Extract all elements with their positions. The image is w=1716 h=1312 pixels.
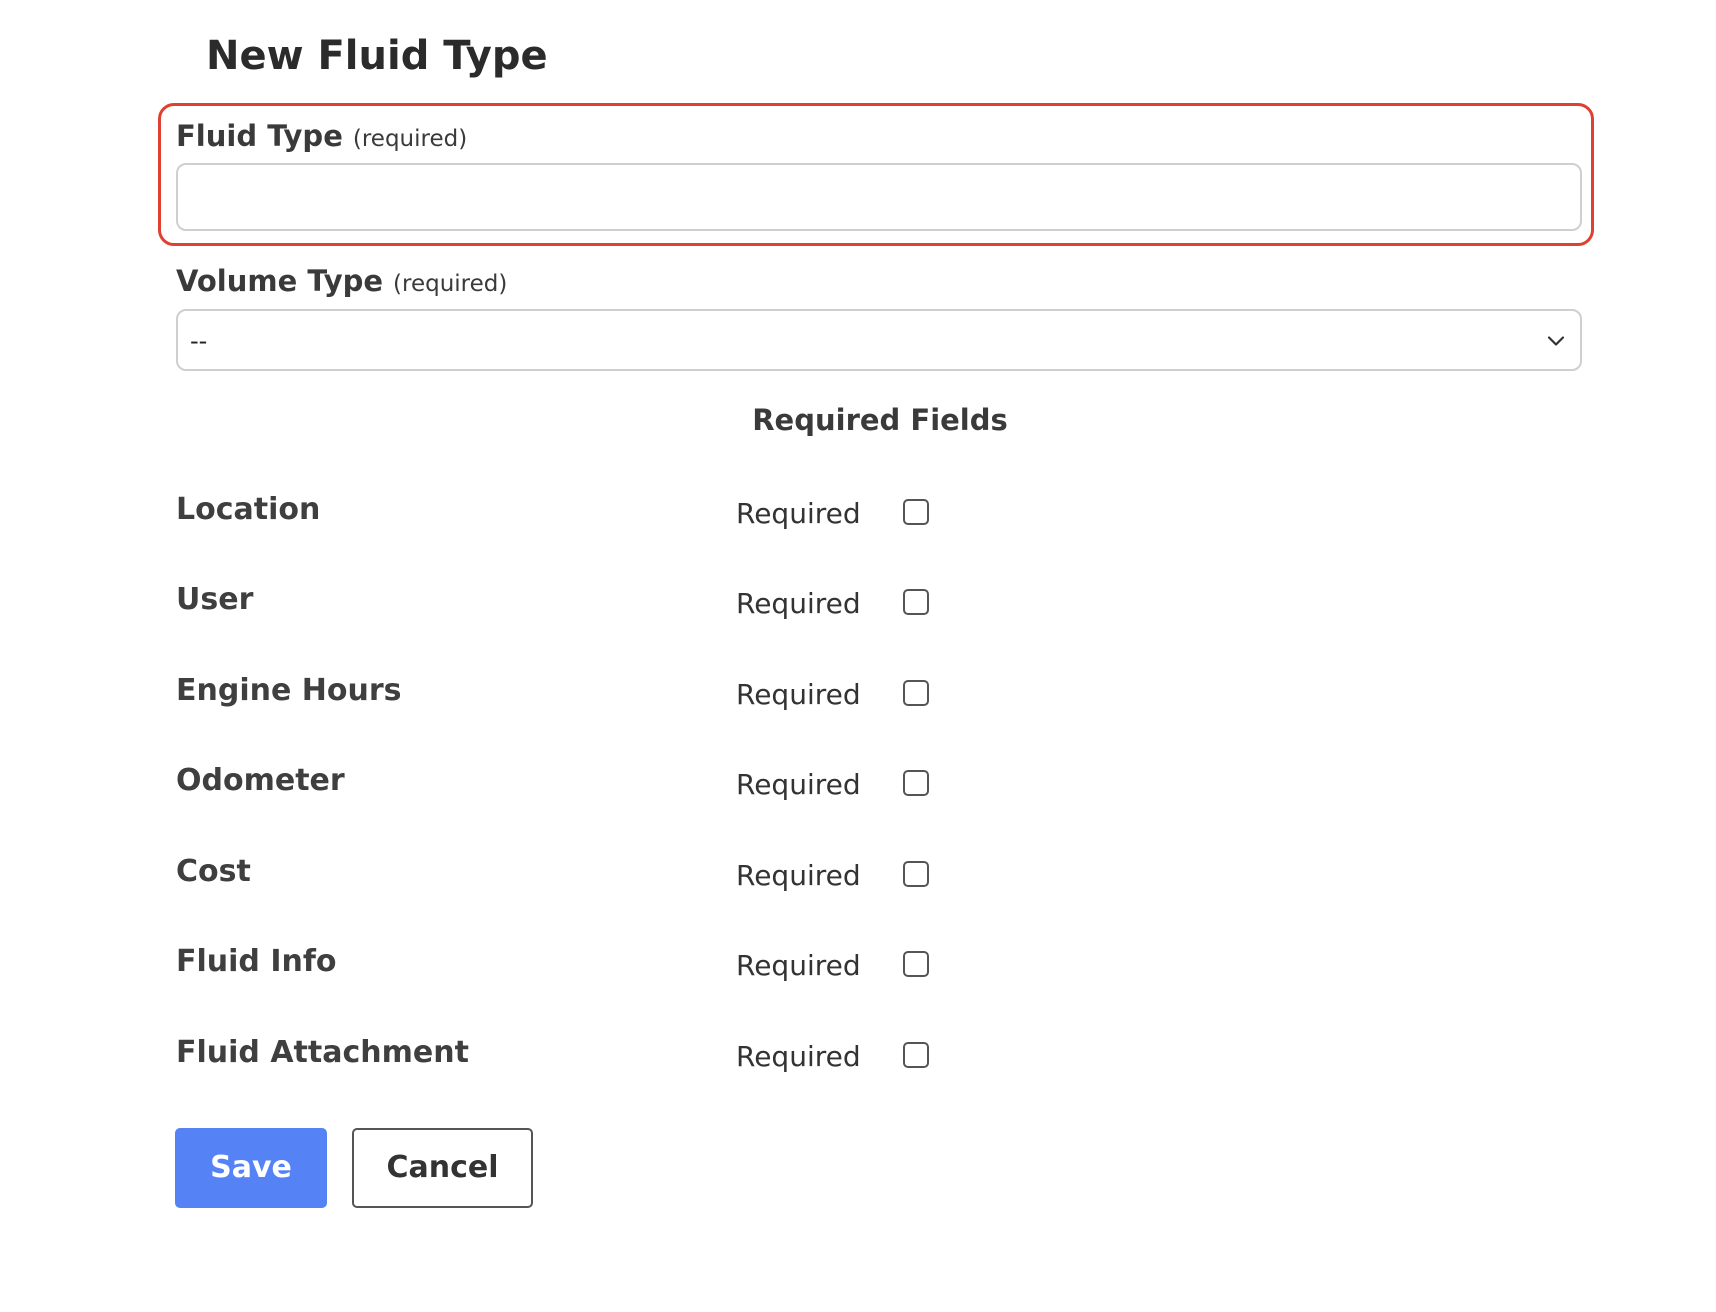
- odometer-required-checkbox[interactable]: [903, 770, 929, 796]
- required-option-label: Required: [736, 587, 861, 620]
- required-option-label: Required: [736, 497, 861, 530]
- required-field-row-cost: Cost Required: [176, 852, 1176, 902]
- required-field-row-fluid-info: Fluid Info Required: [176, 942, 1176, 992]
- volume-type-required-note: (required): [393, 271, 508, 297]
- cost-required-checkbox[interactable]: [903, 861, 929, 887]
- field-name-label: Cost: [176, 854, 251, 889]
- volume-type-select[interactable]: --: [176, 309, 1582, 371]
- required-field-row-fluid-attachment: Fluid Attachment Required: [176, 1033, 1176, 1083]
- required-option-label: Required: [736, 768, 861, 801]
- required-option-label: Required: [736, 949, 861, 982]
- field-name-label: Engine Hours: [176, 673, 402, 708]
- chevron-down-icon: [1547, 336, 1565, 346]
- field-name-label: Fluid Info: [176, 944, 337, 979]
- required-field-row-engine-hours: Engine Hours Required: [176, 671, 1176, 721]
- fluid-attachment-required-checkbox[interactable]: [903, 1042, 929, 1068]
- field-name-label: User: [176, 582, 254, 617]
- fluid-type-label-text: Fluid Type: [176, 119, 343, 153]
- fluid-type-label: Fluid Type (required): [176, 118, 467, 157]
- required-option-label: Required: [736, 859, 861, 892]
- location-required-checkbox[interactable]: [903, 499, 929, 525]
- page-title: New Fluid Type: [206, 33, 548, 79]
- field-name-label: Fluid Attachment: [176, 1035, 469, 1070]
- engine-hours-required-checkbox[interactable]: [903, 680, 929, 706]
- volume-type-label: Volume Type (required): [176, 263, 507, 302]
- volume-type-selected-value: --: [190, 327, 208, 355]
- user-required-checkbox[interactable]: [903, 589, 929, 615]
- required-fields-heading: Required Fields: [752, 403, 1008, 437]
- fluid-type-required-note: (required): [352, 126, 468, 152]
- volume-type-label-text: Volume Type: [176, 264, 384, 298]
- new-fluid-type-page: New Fluid Type Fluid Type (required) Volu…: [0, 0, 1716, 1312]
- field-name-label: Odometer: [176, 763, 345, 798]
- field-name-label: Location: [176, 492, 321, 527]
- cancel-button[interactable]: Cancel: [352, 1128, 533, 1208]
- required-field-row-user: User Required: [176, 580, 1176, 630]
- required-option-label: Required: [736, 1040, 861, 1073]
- required-option-label: Required: [736, 678, 861, 711]
- required-field-row-location: Location Required: [176, 490, 1176, 540]
- fluid-info-required-checkbox[interactable]: [903, 951, 929, 977]
- fluid-type-input[interactable]: [176, 163, 1582, 231]
- save-button[interactable]: Save: [175, 1128, 327, 1208]
- required-field-row-odometer: Odometer Required: [176, 761, 1176, 811]
